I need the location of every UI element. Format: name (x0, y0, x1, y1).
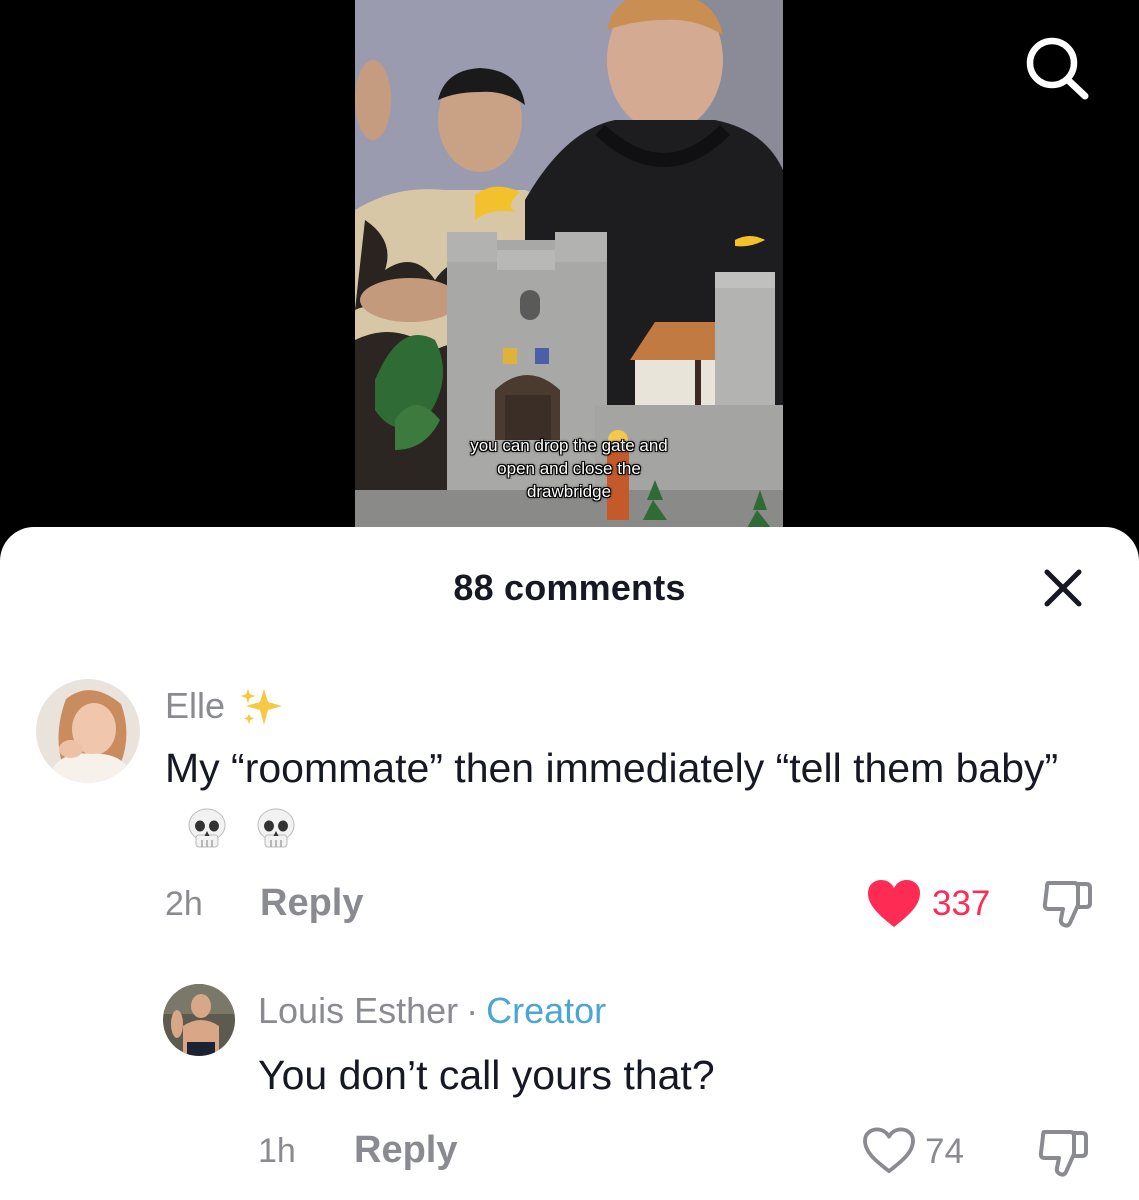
like-button[interactable] (862, 1127, 916, 1180)
caption-line: open and close the (497, 459, 641, 478)
close-icon (1044, 569, 1082, 607)
creator-badge: Creator (486, 990, 607, 1031)
dislike-button[interactable] (1036, 1128, 1090, 1183)
comment-time: 2h (165, 885, 203, 923)
like-count: 337 (932, 884, 991, 923)
skull-icon (188, 808, 226, 848)
video-caption: you can drop the gate and open and close… (355, 434, 783, 503)
sparkles-icon (238, 687, 286, 732)
avatar[interactable] (36, 679, 140, 783)
username-text: Louis Esther (258, 990, 459, 1031)
comment-username[interactable]: Elle (165, 685, 225, 727)
separator-dot: · (466, 990, 479, 1031)
skull-icon (257, 808, 295, 848)
video-frame[interactable]: you can drop the gate and open and close… (355, 0, 783, 540)
reply-comment-item: Louis Esther · Creator You don’t call your… (0, 984, 1139, 1200)
search-icon (1026, 37, 1089, 100)
search-button[interactable] (1018, 30, 1096, 108)
comment-time: 1h (258, 1132, 296, 1170)
username-text: Elle (165, 685, 226, 726)
comment-text-content: My “roommate” then immediately “tell the… (165, 745, 1059, 791)
comment-text: You don’t call yours that? (258, 1052, 715, 1098)
like-count: 74 (925, 1132, 964, 1171)
reply-button[interactable]: Reply (354, 1129, 457, 1172)
heart-filled-icon (868, 880, 920, 927)
avatar-image (36, 679, 140, 783)
reply-button[interactable]: Reply (260, 882, 363, 925)
comment-text: My “roommate” then immediately “tell the… (165, 739, 1105, 855)
dislike-button[interactable] (1040, 879, 1094, 934)
like-button[interactable] (866, 879, 922, 934)
thumbs-down-icon (1038, 1130, 1088, 1177)
comment-username[interactable]: Louis Esther · Creator (258, 990, 606, 1032)
avatar[interactable] (163, 984, 235, 1056)
comment-item: Elle My “roommate” then immediately “tel… (0, 677, 1139, 937)
caption-line: drawbridge (526, 482, 612, 501)
comments-sheet: 88 comments Elle My “roommate” then imme… (0, 527, 1139, 1200)
video-player[interactable]: you can drop the gate and open and close… (0, 0, 1139, 540)
heart-outline-icon (863, 1127, 915, 1174)
thumbs-down-icon (1042, 881, 1092, 928)
close-button[interactable] (1040, 565, 1086, 611)
comments-count-title: 88 comments (453, 567, 686, 608)
caption-line: you can drop the gate and (470, 436, 668, 455)
avatar-image (163, 984, 235, 1056)
